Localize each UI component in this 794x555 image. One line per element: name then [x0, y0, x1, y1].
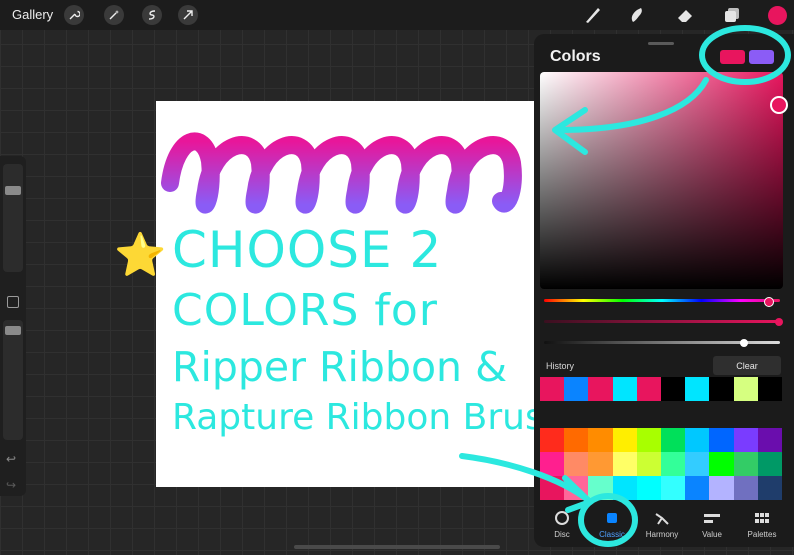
secondary-color-chip[interactable] — [749, 50, 774, 64]
primary-color-chip[interactable] — [720, 50, 745, 64]
palette-swatch[interactable] — [636, 452, 661, 476]
palette-swatch[interactable] — [636, 476, 661, 500]
modify-button[interactable] — [7, 296, 19, 308]
history-swatch[interactable] — [636, 377, 661, 401]
disc-icon — [555, 511, 569, 525]
palette-swatch[interactable] — [612, 428, 637, 452]
redo-icon[interactable]: ↪ — [6, 478, 16, 492]
tab-harmony-label: Harmony — [645, 530, 679, 539]
annotation-line-2: COLORS for — [172, 285, 438, 336]
palette-swatch[interactable] — [540, 476, 565, 500]
history-swatch[interactable] — [685, 377, 710, 401]
tab-value-label: Value — [702, 530, 722, 539]
palette-swatch[interactable] — [685, 476, 710, 500]
color-mode-tabs: Disc Classic Harmony Value Palettes — [534, 504, 794, 547]
history-swatch[interactable] — [661, 377, 686, 401]
colors-panel: Colors History Clear Disc Classic Harmon… — [534, 34, 794, 547]
panel-grabber[interactable] — [648, 42, 674, 45]
brush-icon[interactable] — [583, 5, 603, 25]
clear-history-button[interactable]: Clear — [713, 356, 781, 375]
palette-swatch[interactable] — [733, 428, 758, 452]
history-swatch[interactable] — [612, 377, 637, 401]
tab-palettes[interactable]: Palettes — [736, 510, 788, 539]
hue-slider[interactable] — [544, 299, 780, 302]
undo-icon[interactable]: ↩ — [6, 452, 16, 466]
annotation-line-1: CHOOSE 2 — [172, 221, 443, 279]
left-sidebar — [0, 156, 26, 496]
palette-swatch[interactable] — [709, 476, 734, 500]
history-swatch[interactable] — [733, 377, 758, 401]
wrench-icon[interactable] — [64, 5, 84, 25]
transform-arrow-icon[interactable] — [178, 5, 198, 25]
gallery-button[interactable]: Gallery — [12, 7, 53, 22]
color-picker-knob[interactable] — [770, 96, 788, 114]
selection-icon[interactable] — [142, 5, 162, 25]
brush-opacity-slider[interactable] — [3, 320, 23, 440]
palette-swatch[interactable] — [685, 452, 710, 476]
palette-swatch[interactable] — [564, 452, 589, 476]
value-sliders-icon — [704, 514, 720, 523]
tab-disc[interactable]: Disc — [536, 510, 588, 539]
palette-swatch[interactable] — [685, 428, 710, 452]
saturation-slider[interactable] — [544, 320, 780, 323]
palette-swatch[interactable] — [709, 452, 734, 476]
palette-swatch[interactable] — [636, 428, 661, 452]
tab-disc-label: Disc — [554, 530, 570, 539]
palette-swatch[interactable] — [564, 428, 589, 452]
history-swatch[interactable] — [757, 377, 782, 401]
tab-classic[interactable]: Classic — [586, 510, 638, 539]
brush-size-slider[interactable] — [3, 164, 23, 272]
layers-icon[interactable] — [722, 5, 742, 25]
magic-wand-icon[interactable] — [104, 5, 124, 25]
tab-palettes-label: Palettes — [747, 530, 777, 539]
saturation-knob[interactable] — [775, 318, 783, 326]
tab-value[interactable]: Value — [686, 510, 738, 539]
color-picker-area[interactable] — [540, 72, 783, 289]
hue-knob[interactable] — [764, 297, 774, 307]
top-toolbar: Gallery — [0, 0, 794, 30]
current-color-swatch[interactable] — [768, 6, 787, 25]
history-label: History — [546, 361, 575, 371]
palette-swatch[interactable] — [661, 452, 686, 476]
panel-title: Colors — [550, 48, 601, 65]
brush-size-knob[interactable] — [5, 185, 21, 195]
harmony-icon — [655, 513, 669, 525]
history-swatch[interactable] — [540, 377, 565, 401]
star-icon: ⭐ — [114, 231, 167, 278]
palette-swatch[interactable] — [588, 428, 613, 452]
palette-swatch[interactable] — [733, 476, 758, 500]
palette-swatch[interactable] — [661, 428, 686, 452]
palette-swatch[interactable] — [588, 452, 613, 476]
palette-swatch[interactable] — [733, 452, 758, 476]
palettes-grid-icon — [755, 513, 769, 523]
palette-swatches — [540, 428, 782, 500]
palette-swatch[interactable] — [757, 452, 782, 476]
palette-swatch[interactable] — [588, 476, 613, 500]
eraser-icon[interactable] — [675, 5, 695, 25]
history-swatch[interactable] — [588, 377, 613, 401]
brightness-knob[interactable] — [740, 339, 748, 347]
palette-swatch[interactable] — [540, 452, 565, 476]
history-swatch[interactable] — [564, 377, 589, 401]
palette-swatch[interactable] — [661, 476, 686, 500]
palette-swatch[interactable] — [564, 476, 589, 500]
palette-swatch[interactable] — [757, 428, 782, 452]
history-swatch[interactable] — [709, 377, 734, 401]
tab-classic-label: Classic — [599, 530, 625, 539]
palette-swatch[interactable] — [709, 428, 734, 452]
annotation-line-3: Ripper Ribbon & — [172, 343, 508, 391]
palette-swatch[interactable] — [612, 476, 637, 500]
classic-square-icon — [607, 513, 617, 523]
palette-swatch[interactable] — [540, 428, 565, 452]
history-swatches — [540, 377, 782, 401]
palette-swatch[interactable] — [612, 452, 637, 476]
smudge-icon[interactable] — [627, 5, 647, 25]
palette-swatch[interactable] — [757, 476, 782, 500]
home-indicator[interactable] — [294, 545, 500, 549]
brush-opacity-knob[interactable] — [5, 325, 21, 335]
tab-harmony[interactable]: Harmony — [636, 510, 688, 539]
